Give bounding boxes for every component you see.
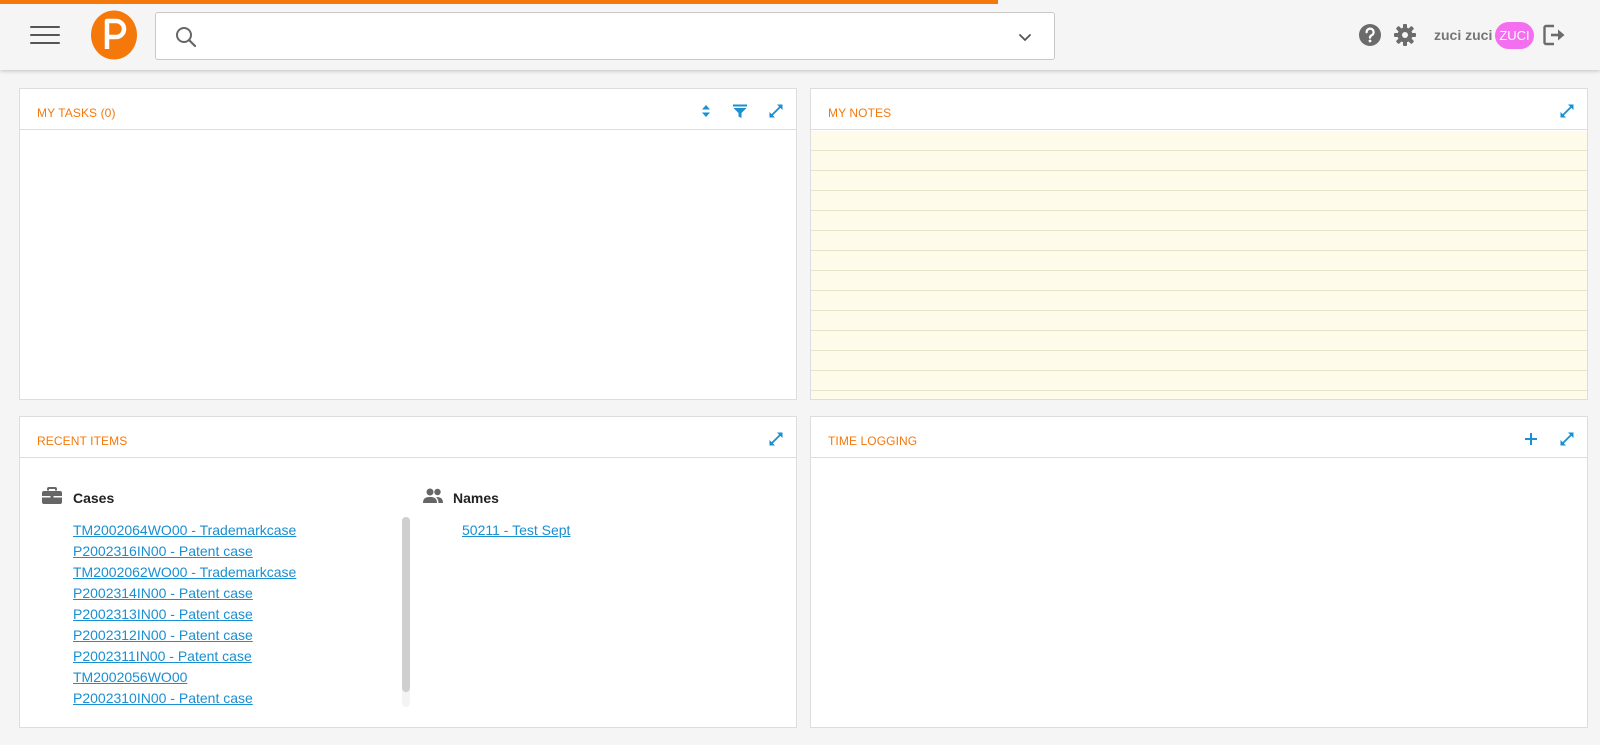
panel-header: MY NOTES [811, 89, 1587, 130]
list-item: P2002311IN00 - Patent case [73, 648, 296, 669]
cases-list: TM2002064WO00 - Trademarkcase P2002316IN0… [73, 522, 296, 711]
briefcase-icon [42, 487, 62, 504]
list-item: TM2002056WO00 [73, 669, 296, 690]
avatar[interactable]: ZUCI [1495, 22, 1534, 49]
scrollbar-thumb[interactable] [402, 517, 410, 692]
search-icon [176, 27, 197, 48]
list-item: P2002314IN00 - Patent case [73, 585, 296, 606]
case-link[interactable]: TM2002062WO00 - Trademarkcase [73, 564, 296, 580]
panel-header: MY TASKS (0) [20, 89, 796, 130]
cases-scrollbar[interactable] [402, 517, 410, 707]
case-link[interactable]: P2002310IN00 - Patent case [73, 690, 253, 706]
case-link[interactable]: P2002313IN00 - Patent case [73, 606, 253, 622]
filter-icon[interactable] [731, 102, 749, 120]
search-input[interactable] [208, 21, 988, 51]
list-item: P2002316IN00 - Patent case [73, 543, 296, 564]
my-tasks-panel: MY TASKS (0) [19, 88, 797, 400]
gear-icon[interactable] [1393, 23, 1417, 47]
expand-icon[interactable] [1558, 102, 1576, 120]
case-link[interactable]: TM2002064WO00 - Trademarkcase [73, 522, 296, 538]
names-list: 50211 - Test Sept [462, 522, 570, 543]
list-item: P2002312IN00 - Patent case [73, 627, 296, 648]
name-link[interactable]: 50211 - Test Sept [462, 522, 570, 538]
panel-title: RECENT ITEMS [37, 434, 128, 448]
loading-progress-bar [0, 0, 998, 4]
panel-title: MY TASKS (0) [37, 106, 116, 120]
list-item: P2002310IN00 - Patent case [73, 690, 296, 711]
top-bar: zuci zuci ZUCI [0, 0, 1600, 70]
case-link[interactable]: P2002311IN00 - Patent case [73, 648, 252, 664]
list-item: 50211 - Test Sept [462, 522, 570, 543]
time-logging-panel: TIME LOGGING [810, 416, 1588, 728]
panel-header: TIME LOGGING [811, 417, 1587, 458]
plus-icon[interactable] [1522, 430, 1540, 448]
case-link[interactable]: P2002314IN00 - Patent case [73, 585, 253, 601]
case-link[interactable]: TM2002056WO00 [73, 669, 187, 685]
help-icon[interactable] [1358, 23, 1382, 47]
recent-items-panel: RECENT ITEMS Cases TM2002064WO00 - Trade… [19, 416, 797, 728]
sort-icon[interactable] [697, 102, 715, 120]
logout-icon[interactable] [1542, 23, 1568, 47]
list-item: P2002313IN00 - Patent case [73, 606, 296, 627]
panel-title: MY NOTES [828, 106, 892, 120]
people-icon [423, 488, 443, 503]
expand-icon[interactable] [767, 430, 785, 448]
panel-header: RECENT ITEMS [20, 417, 796, 458]
case-link[interactable]: P2002316IN00 - Patent case [73, 543, 253, 559]
search-box[interactable] [155, 12, 1055, 60]
cases-title: Cases [73, 490, 115, 506]
names-title: Names [453, 490, 499, 506]
expand-icon[interactable] [1558, 430, 1576, 448]
list-item: TM2002062WO00 - Trademarkcase [73, 564, 296, 585]
my-notes-panel: MY NOTES [810, 88, 1588, 400]
logo-icon[interactable] [90, 10, 138, 60]
notes-textarea[interactable] [811, 131, 1587, 399]
menu-icon[interactable] [30, 24, 60, 46]
chevron-down-icon[interactable] [1016, 28, 1034, 46]
list-item: TM2002064WO00 - Trademarkcase [73, 522, 296, 543]
panel-title: TIME LOGGING [828, 434, 918, 448]
expand-icon[interactable] [767, 102, 785, 120]
case-link[interactable]: P2002312IN00 - Patent case [73, 627, 253, 643]
user-name: zuci zuci [1434, 27, 1493, 43]
